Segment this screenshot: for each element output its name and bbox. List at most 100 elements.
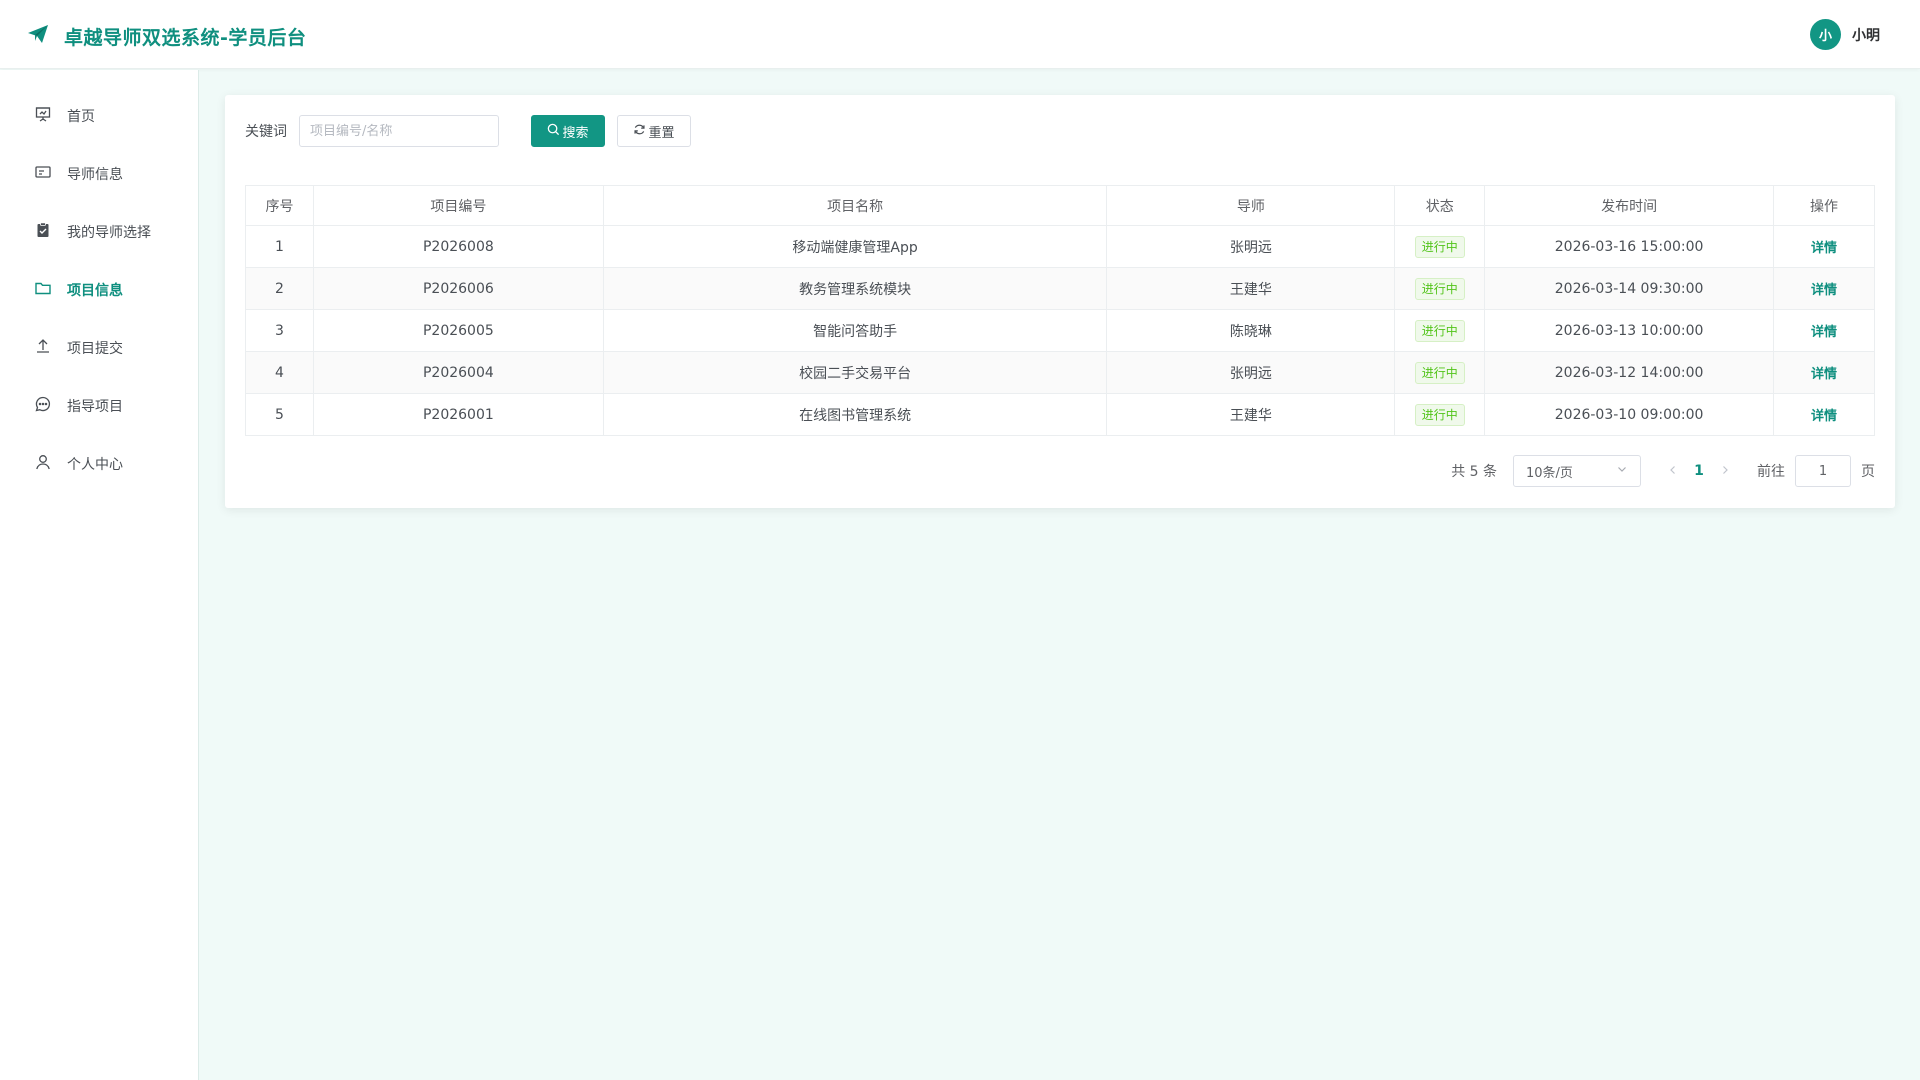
cell-status: 进行中	[1394, 393, 1486, 436]
table-row: 3 P2026005 智能问答助手 陈晓琳 进行中 2026-03-13 10:…	[245, 309, 1875, 352]
cell-code: P2026005	[312, 309, 604, 352]
sidebar-item-home[interactable]: 首页	[0, 96, 199, 136]
cell-mentor: 王建华	[1106, 267, 1396, 310]
sidebar: 首页 导师信息 我的导师选择 项目信息 项目提交 指导项目 个人中心	[0, 70, 199, 1080]
detail-link[interactable]: 详情	[1811, 283, 1837, 298]
page-number-1[interactable]: 1	[1683, 463, 1715, 479]
cell-index: 4	[245, 351, 314, 394]
detail-link[interactable]: 详情	[1811, 325, 1837, 340]
cell-code: P2026006	[312, 267, 604, 310]
cell-name: 移动端健康管理App	[602, 225, 1108, 268]
table-header-row: 序号 项目编号 项目名称 导师 状态 发布时间 操作	[245, 185, 1875, 226]
sidebar-item-label: 个人中心	[67, 457, 123, 473]
cell-mentor: 张明远	[1106, 351, 1396, 394]
sidebar-item-label: 导师信息	[67, 167, 123, 183]
status-badge: 进行中	[1414, 403, 1465, 426]
cell-name: 校园二手交易平台	[602, 351, 1108, 394]
page-size-value: 10条/页	[1526, 465, 1573, 481]
table-row: 4 P2026004 校园二手交易平台 张明远 进行中 2026-03-12 1…	[245, 351, 1875, 394]
chevron-down-icon	[1616, 463, 1628, 479]
cell-status: 进行中	[1394, 267, 1486, 310]
status-badge: 进行中	[1414, 361, 1465, 384]
cell-time: 2026-03-13 10:00:00	[1484, 309, 1775, 352]
page-size-select[interactable]: 10条/页	[1513, 455, 1641, 487]
page-suffix: 页	[1861, 464, 1875, 480]
detail-link[interactable]: 详情	[1811, 367, 1837, 382]
sidebar-item-my-mentor-choice[interactable]: 我的导师选择	[0, 212, 199, 252]
refresh-icon	[633, 123, 648, 140]
user-menu[interactable]: 小 小明	[1810, 19, 1880, 50]
status-badge: 进行中	[1414, 319, 1465, 342]
cell-status: 进行中	[1394, 225, 1486, 268]
sidebar-item-guided-projects[interactable]: 指导项目	[0, 386, 199, 426]
search-button-label: 搜索	[562, 125, 589, 141]
cell-action: 详情	[1773, 393, 1875, 436]
search-icon	[547, 123, 562, 140]
pagination: 共 5 条 10条/页 1 前往 页	[1451, 455, 1875, 487]
sidebar-item-project-info[interactable]: 项目信息	[0, 270, 199, 310]
cell-mentor: 王建华	[1106, 393, 1396, 436]
brand: 卓越导师双选系统-学员后台	[26, 22, 306, 50]
keyword-label: 关键词	[245, 124, 287, 140]
table-row: 5 P2026001 在线图书管理系统 王建华 进行中 2026-03-10 0…	[245, 393, 1875, 436]
app-title: 卓越导师双选系统-学员后台	[64, 26, 307, 49]
cell-index: 5	[245, 393, 314, 436]
project-table: 序号 项目编号 项目名称 导师 状态 发布时间 操作 1 P2026008 移动…	[245, 185, 1875, 436]
cell-index: 3	[245, 309, 314, 352]
paper-plane-icon	[26, 22, 50, 50]
cell-action: 详情	[1773, 309, 1875, 352]
goto-label: 前往	[1757, 464, 1785, 480]
table-row: 1 P2026008 移动端健康管理App 张明远 进行中 2026-03-16…	[245, 225, 1875, 268]
sidebar-item-label: 指导项目	[67, 399, 123, 415]
cell-action: 详情	[1773, 351, 1875, 394]
prev-page-button[interactable]	[1663, 461, 1683, 481]
sidebar-item-mentor-info[interactable]: 导师信息	[0, 154, 199, 194]
folder-icon	[34, 279, 52, 301]
cell-time: 2026-03-14 09:30:00	[1484, 267, 1775, 310]
sidebar-item-profile[interactable]: 个人中心	[0, 444, 199, 484]
column-header-action: 操作	[1773, 185, 1875, 226]
cell-name: 教务管理系统模块	[602, 267, 1108, 310]
reset-button-label: 重置	[648, 125, 675, 141]
cell-code: P2026008	[312, 225, 604, 268]
cell-code: P2026001	[312, 393, 604, 436]
next-page-button[interactable]	[1715, 461, 1735, 481]
cell-time: 2026-03-12 14:00:00	[1484, 351, 1775, 394]
detail-link[interactable]: 详情	[1811, 409, 1837, 424]
keyword-input[interactable]	[299, 115, 499, 147]
cell-status: 进行中	[1394, 309, 1486, 352]
reset-button[interactable]: 重置	[617, 115, 691, 147]
cell-name: 智能问答助手	[602, 309, 1108, 352]
project-list-card: 关键词 搜索 重置 序号 项目编号 项目名称 导师 状态 发布时间	[225, 95, 1895, 508]
column-header-index: 序号	[245, 185, 314, 226]
search-button[interactable]: 搜索	[531, 115, 605, 147]
column-header-time: 发布时间	[1484, 185, 1775, 226]
user-icon	[34, 453, 52, 475]
avatar[interactable]: 小	[1810, 19, 1841, 50]
sidebar-item-label: 项目信息	[67, 283, 123, 299]
username[interactable]: 小明	[1852, 25, 1880, 45]
column-header-mentor: 导师	[1106, 185, 1396, 226]
cell-mentor: 张明远	[1106, 225, 1396, 268]
total-count: 共 5 条	[1451, 464, 1497, 480]
cell-time: 2026-03-10 09:00:00	[1484, 393, 1775, 436]
cell-action: 详情	[1773, 225, 1875, 268]
status-badge: 进行中	[1414, 235, 1465, 258]
chevron-right-icon	[1720, 463, 1730, 479]
upload-icon	[34, 337, 52, 359]
detail-link[interactable]: 详情	[1811, 241, 1837, 256]
table-row: 2 P2026006 教务管理系统模块 王建华 进行中 2026-03-14 0…	[245, 267, 1875, 310]
column-header-code: 项目编号	[312, 185, 604, 226]
clipboard-check-icon	[34, 221, 52, 243]
cell-index: 2	[245, 267, 314, 310]
cell-mentor: 陈晓琳	[1106, 309, 1396, 352]
top-header: 卓越导师双选系统-学员后台 小 小明	[0, 0, 1920, 69]
sidebar-item-label: 首页	[67, 109, 95, 125]
sidebar-item-label: 项目提交	[67, 341, 123, 357]
column-header-name: 项目名称	[602, 185, 1108, 226]
goto-page-input[interactable]	[1795, 455, 1851, 487]
sidebar-item-project-submit[interactable]: 项目提交	[0, 328, 199, 368]
presentation-icon	[34, 105, 52, 127]
cell-index: 1	[245, 225, 314, 268]
cell-status: 进行中	[1394, 351, 1486, 394]
